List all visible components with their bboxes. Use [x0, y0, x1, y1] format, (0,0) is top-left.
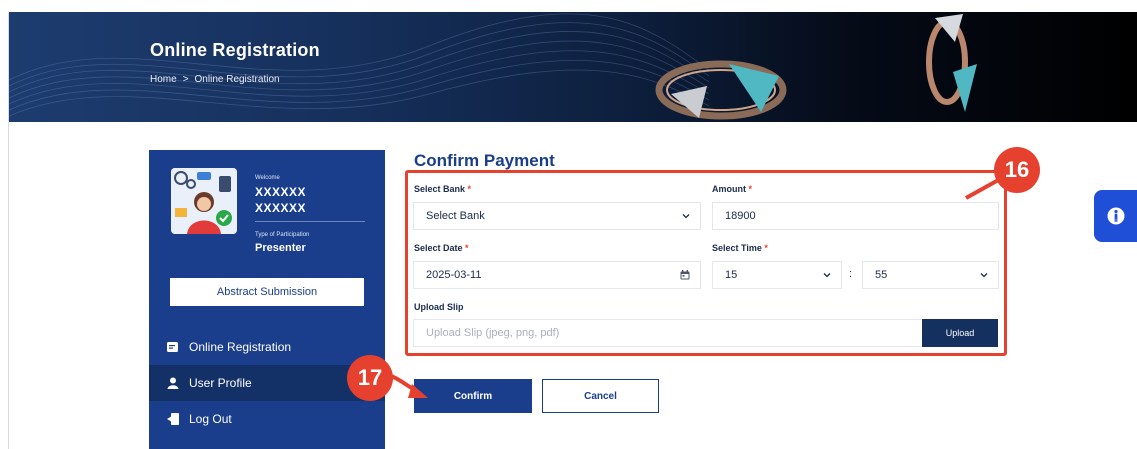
time-label: Select Time *: [712, 243, 768, 253]
accessibility-button[interactable]: [1094, 190, 1137, 242]
page-title: Online Registration: [150, 40, 320, 60]
welcome-label: Welcome: [255, 175, 280, 181]
user-avatar-icon: [171, 168, 237, 234]
user-icon: [167, 377, 179, 389]
participation-type: Presenter: [255, 242, 306, 254]
avatar: [171, 168, 237, 234]
breadcrumb: Home > Online Registration: [150, 74, 280, 85]
date-label: Select Date *: [414, 243, 469, 253]
breadcrumb-separator: >: [182, 74, 189, 85]
amount-input[interactable]: 18900: [712, 202, 999, 230]
banner-wave-pattern: [9, 13, 709, 117]
sidebar-item-label: User Profile: [189, 376, 252, 390]
bank-select[interactable]: Select Bank: [413, 202, 701, 230]
registration-icon: [167, 342, 178, 352]
hour-select[interactable]: 15: [712, 261, 842, 289]
ring-image: [926, 14, 977, 112]
sidebar-item-label: Online Registration: [189, 340, 292, 354]
page-banner: Online Registration Home > Online Registra…: [9, 12, 1137, 122]
accessibility-icon: [1107, 207, 1124, 225]
upload-slip-input[interactable]: Upload Slip (jpeg, png, pdf): [413, 319, 923, 347]
user-first-name: XXXXXX: [255, 185, 307, 199]
date-input[interactable]: 2025-03-11: [413, 261, 701, 289]
hour-value: 15: [725, 269, 738, 281]
profile-divider: [255, 221, 365, 222]
upload-button[interactable]: Upload: [922, 319, 998, 347]
logout-icon: [167, 413, 179, 425]
bank-label: Select Bank *: [414, 184, 472, 194]
minute-select[interactable]: 55: [862, 261, 999, 289]
sidebar: Welcome XXXXXX XXXXXX Type of Participat…: [149, 150, 385, 449]
amount-label: Amount *: [712, 184, 753, 194]
calendar-icon[interactable]: [680, 270, 690, 280]
upload-slip-placeholder: Upload Slip (jpeg, png, pdf): [426, 327, 560, 339]
participation-type-label: Type of Participation: [255, 232, 310, 238]
breadcrumb-home[interactable]: Home: [150, 74, 177, 85]
chevron-down-icon: [980, 273, 988, 278]
abstract-submission-button[interactable]: Abstract Submission: [170, 278, 364, 306]
cancel-button[interactable]: Cancel: [542, 379, 659, 413]
bracelet-image: [655, 60, 787, 120]
chevron-down-icon: [682, 214, 690, 219]
minute-value: 55: [875, 269, 888, 281]
breadcrumb-current: Online Registration: [194, 74, 280, 85]
sidebar-item-label: Log Out: [189, 412, 232, 426]
date-value: 2025-03-11: [426, 269, 482, 281]
user-last-name: XXXXXX: [255, 201, 307, 215]
annotation-arrow-17: [383, 372, 428, 398]
amount-value: 18900: [725, 210, 756, 222]
sidebar-item-online-registration[interactable]: Online Registration: [149, 329, 385, 365]
form-title: Confirm Payment: [414, 151, 555, 170]
sidebar-item-log-out[interactable]: Log Out: [149, 401, 385, 437]
bank-select-value: Select Bank: [426, 210, 485, 222]
upload-slip-label: Upload Slip: [414, 302, 464, 312]
annotation-arrow-16: [965, 176, 1003, 200]
time-separator: :: [849, 268, 853, 280]
chevron-down-icon: [823, 273, 831, 278]
